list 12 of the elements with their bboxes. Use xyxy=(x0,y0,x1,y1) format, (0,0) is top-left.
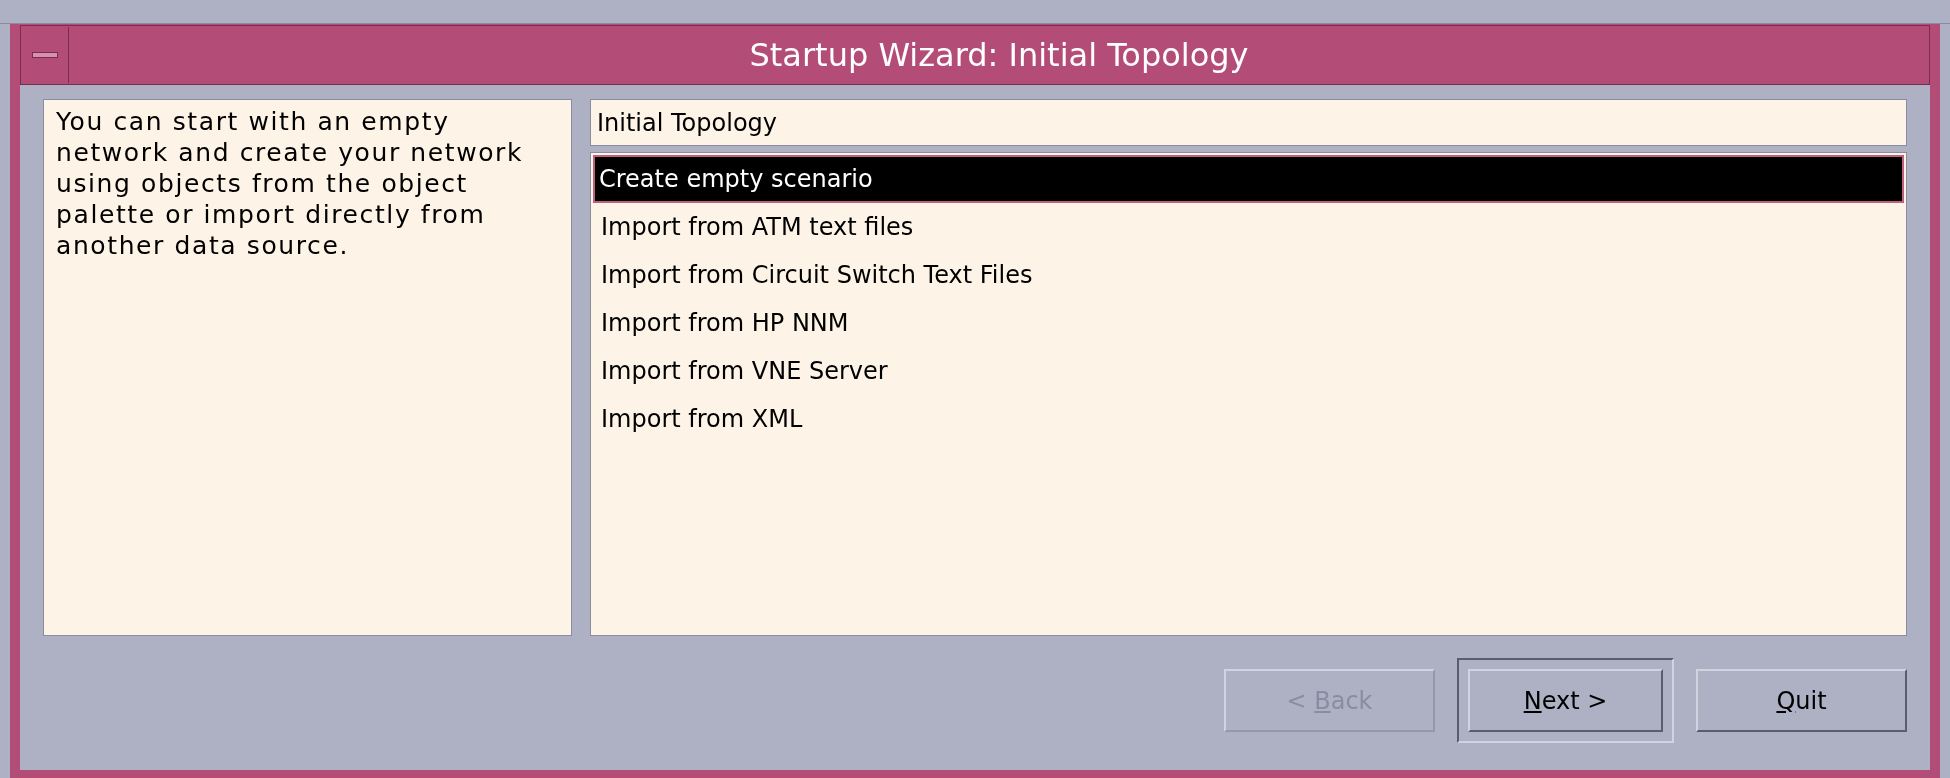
window-title: Startup Wizard: Initial Topology xyxy=(748,35,1250,76)
list-item[interactable]: Import from ATM text files xyxy=(593,203,1904,251)
option-list[interactable]: Create empty scenario Import from ATM text files Import from Circuit Switch Text Files Import from HP NNM Import from VNE Server Import from XML xyxy=(590,152,1907,636)
list-header: Initial Topology xyxy=(590,99,1907,146)
description-text: You can start with an empty network and create your network using objects from the object palette or import directly from another data source. xyxy=(56,106,525,261)
list-item[interactable]: Import from HP NNM xyxy=(593,299,1904,347)
list-item[interactable]: Import from XML xyxy=(593,395,1904,443)
list-item[interactable]: Import from Circuit Switch Text Files xyxy=(593,251,1904,299)
list-item[interactable]: Create empty scenario xyxy=(593,155,1904,203)
list-item[interactable]: Import from VNE Server xyxy=(593,347,1904,395)
wizard-button[interactable]: Next > xyxy=(1468,669,1663,732)
wizard-button[interactable]: Quit xyxy=(1696,669,1907,732)
